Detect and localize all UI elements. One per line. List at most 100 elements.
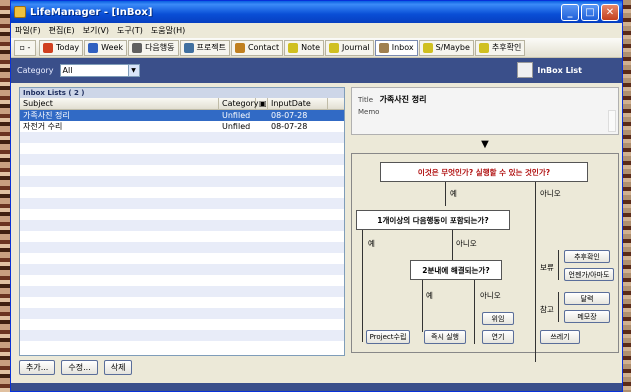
toolbar-button-label: 프로젝트 xyxy=(196,43,226,52)
inbox-list-button[interactable]: InBox List xyxy=(517,62,582,78)
connector-line xyxy=(558,250,559,280)
empty-row xyxy=(20,319,344,330)
chevron-down-icon[interactable]: ▼ xyxy=(127,65,139,76)
defer-button[interactable]: 연기 xyxy=(482,330,514,344)
toolbar-button-label: Week xyxy=(101,43,124,52)
gtd-flowchart: 이것은 무엇인가? 실행할 수 있는 것인가? 예 아니오 1개이상의 다음행동… xyxy=(351,153,619,362)
inbox-list-header: Inbox Lists ( 2 ) xyxy=(20,88,344,98)
empty-row xyxy=(20,154,344,165)
cell-flag xyxy=(256,110,268,121)
memo-label: Memo xyxy=(358,108,380,116)
table-row[interactable]: 가족사진 정리 Unfiled 08-07-28 xyxy=(20,110,344,121)
cell-flag xyxy=(256,121,268,132)
label-hold: 보류 xyxy=(540,263,554,272)
toolbar-button-contact[interactable]: Contact xyxy=(230,39,284,56)
empty-row xyxy=(20,253,344,264)
cell-category: Unfiled xyxy=(222,111,251,120)
delete-button[interactable]: 삭제 xyxy=(103,360,133,375)
category-select[interactable]: All ▼ xyxy=(59,64,140,77)
column-flag[interactable]: ▣ xyxy=(256,98,268,109)
toolbar-button-label: Journal xyxy=(342,43,370,52)
cell-date: 08-07-28 xyxy=(271,122,308,131)
toolbar-button-someday[interactable]: S/Maybe xyxy=(418,39,474,56)
connector-line xyxy=(474,280,475,344)
week-icon xyxy=(88,42,99,53)
empty-row xyxy=(20,286,344,297)
minimize-button[interactable]: _ xyxy=(561,3,579,21)
column-input-date[interactable]: InputDate xyxy=(268,98,328,109)
list-column-headers: Subject Category ▣ InputDate xyxy=(20,98,344,110)
inbox-icon xyxy=(378,42,389,53)
empty-row xyxy=(20,341,344,352)
trash-button[interactable]: 쓰레기 xyxy=(540,330,580,344)
cell-date: 08-07-28 xyxy=(271,111,308,120)
do-now-button[interactable]: 즉시 실행 xyxy=(424,330,466,344)
delegate-button[interactable]: 위임 xyxy=(482,312,514,325)
status-bar xyxy=(11,383,622,391)
cell-category: Unfiled xyxy=(222,122,251,131)
cell-subject: 자전거 수리 xyxy=(23,122,63,131)
memo-pad-button[interactable]: 메모장 xyxy=(564,310,610,323)
connector-line xyxy=(535,182,536,362)
desktop-background-right xyxy=(623,0,631,392)
connector-line xyxy=(445,182,446,206)
calendar-button[interactable]: 달력 xyxy=(564,292,610,305)
toolbar-button-project[interactable]: 프로젝트 xyxy=(179,39,230,56)
category-label: Category xyxy=(17,66,54,75)
memo-scrollbar[interactable] xyxy=(608,110,616,132)
empty-row xyxy=(20,308,344,319)
contact-icon xyxy=(234,42,245,53)
label-yes-3: 예 xyxy=(426,291,433,300)
empty-row xyxy=(20,330,344,341)
next-action-icon xyxy=(132,42,143,53)
toolbar-button-next-action[interactable]: 다음행동 xyxy=(128,39,179,56)
close-button[interactable]: ✕ xyxy=(601,3,619,21)
question-actionable: 이것은 무엇인가? 실행할 수 있는 것인가? xyxy=(380,162,588,182)
title-bar[interactable]: LifeManager - [InBox] _ □ ✕ xyxy=(11,1,622,23)
followup-icon xyxy=(478,42,489,53)
inbox-rows: 가족사진 정리 Unfiled 08-07-28 자전거 수리 Unfiled 08-07… xyxy=(20,110,344,352)
item-detail-box: Title 가족사진 정리 Memo xyxy=(351,87,619,135)
toolbar-button-label: Contact xyxy=(247,43,280,52)
menu-help[interactable]: 도움말(H) xyxy=(151,25,185,36)
category-bar: Category All ▼ InBox List xyxy=(11,58,622,83)
column-subject[interactable]: Subject xyxy=(20,98,219,109)
main-content: Inbox Lists ( 2 ) Subject Category ▣ Inp… xyxy=(11,83,622,391)
toolbar-button-week[interactable]: Week xyxy=(84,39,128,56)
title-value[interactable]: 가족사진 정리 xyxy=(380,95,427,104)
toolbar-button-followup[interactable]: 추후확인 xyxy=(474,39,526,56)
today-icon xyxy=(43,42,53,53)
toolbar-button-inbox[interactable]: Inbox xyxy=(374,39,418,56)
project-button[interactable]: Project수립 xyxy=(366,330,410,344)
empty-row xyxy=(20,198,344,209)
empty-row xyxy=(20,231,344,242)
new-dropdown-button[interactable]: ▫ - xyxy=(14,39,36,56)
toolbar-button-today[interactable]: Today xyxy=(39,39,84,56)
menu-view[interactable]: 보기(V) xyxy=(83,25,109,36)
menu-tools[interactable]: 도구(T) xyxy=(117,25,143,36)
menu-bar: 파일(F) 편집(E) 보기(V) 도구(T) 도움말(H) xyxy=(11,23,622,38)
toolbar: ▫ - Today Week 다음행동 프로젝트 Contact Note Journal I… xyxy=(11,38,622,58)
follow-up-button[interactable]: 추후확인 xyxy=(564,250,610,263)
app-icon xyxy=(14,6,26,18)
edit-button[interactable]: 수정... xyxy=(61,360,98,375)
column-category[interactable]: Category xyxy=(219,98,259,109)
menu-file[interactable]: 파일(F) xyxy=(15,25,41,36)
list-action-buttons: 추가... 수정... 삭제 xyxy=(19,360,138,375)
empty-row xyxy=(20,242,344,253)
category-value: All xyxy=(62,66,73,75)
table-row[interactable]: 자전거 수리 Unfiled 08-07-28 xyxy=(20,121,344,132)
toolbar-button-note[interactable]: Note xyxy=(284,39,325,56)
maximize-button[interactable]: □ xyxy=(581,3,599,21)
label-reference: 참고 xyxy=(540,305,554,314)
someday-button[interactable]: 언젠가/아마도 xyxy=(564,268,614,281)
empty-row xyxy=(20,209,344,220)
empty-row xyxy=(20,143,344,154)
menu-edit[interactable]: 편집(E) xyxy=(49,25,75,36)
inbox-list-title: InBox List xyxy=(537,65,582,75)
empty-row xyxy=(20,176,344,187)
empty-row xyxy=(20,165,344,176)
toolbar-button-journal[interactable]: Journal xyxy=(325,39,374,56)
connector-line xyxy=(558,292,559,322)
add-button[interactable]: 추가... xyxy=(19,360,56,375)
